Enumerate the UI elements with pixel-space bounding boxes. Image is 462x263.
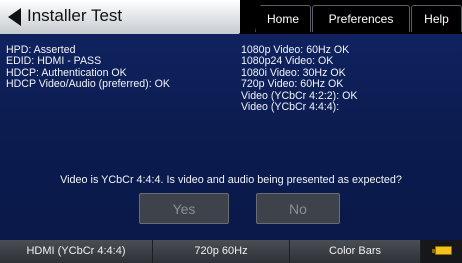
resolution-status[interactable]: 720p 60Hz — [153, 240, 290, 263]
top-bar: Installer Test Home Preferences Help — [0, 0, 462, 34]
interface-status[interactable]: HDMI (YCbCr 4:4:4) — [0, 240, 153, 263]
status-hdcp-video-audio: HDCP Video/Audio (preferred): OK — [6, 78, 170, 91]
status-left-column: HPD: Asserted EDID: HDMI - PASS HDCP: Au… — [6, 44, 170, 91]
tab-preferences[interactable]: Preferences — [312, 5, 410, 32]
battery-icon — [432, 246, 452, 255]
back-arrow-icon[interactable] — [8, 8, 21, 26]
battery-area — [421, 240, 462, 263]
image-status[interactable]: Color Bars — [290, 240, 421, 263]
status-ycbcr-444: Video (YCbCr 4:4:4): — [241, 101, 340, 114]
status-bar: HDMI (YCbCr 4:4:4) 720p 60Hz Color Bars — [0, 240, 462, 263]
status-right-column: 1080p Video: 60Hz OK 1080p24 Video: OK 1… — [241, 44, 357, 114]
title-bar: Installer Test — [0, 0, 240, 34]
page-title: Installer Test — [27, 6, 123, 25]
status-720p: 720p Video: 60Hz OK — [241, 78, 344, 91]
screen: Installer Test Home Preferences Help HPD… — [0, 0, 462, 263]
prompt-question: Video is YCbCr 4:4:4. Is video and audio… — [60, 174, 402, 186]
tab-help[interactable]: Help — [411, 5, 462, 32]
tab-home[interactable]: Home — [255, 5, 311, 32]
no-button[interactable]: No — [256, 193, 340, 224]
yes-button[interactable]: Yes — [139, 193, 229, 224]
